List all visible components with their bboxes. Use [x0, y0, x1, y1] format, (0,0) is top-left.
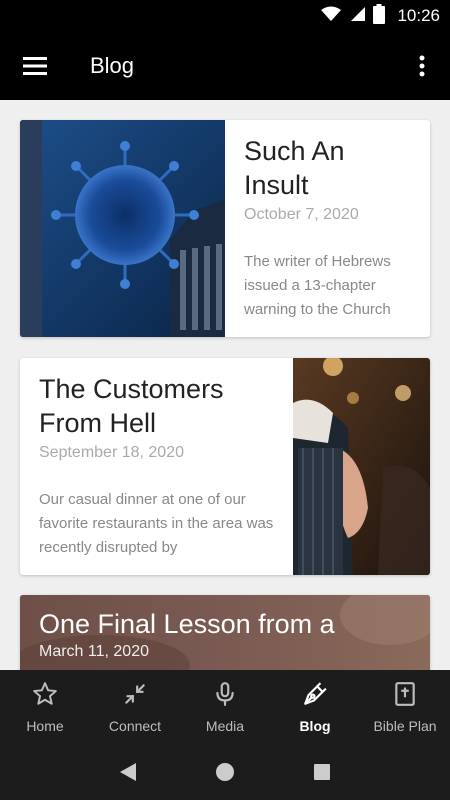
blog-post-card[interactable]: The Customers From Hell September 18, 20… — [20, 358, 430, 575]
microphone-icon — [212, 681, 238, 712]
page-title: Blog — [90, 53, 135, 78]
nav-item-bible-plan[interactable]: Bible Plan — [360, 670, 450, 744]
clock: 10:26 — [397, 6, 440, 25]
blog-post-text: One Final Lesson from a March 11, 2020 — [20, 595, 430, 670]
back-icon[interactable] — [108, 752, 148, 792]
signal-icon — [349, 6, 366, 27]
bible-icon — [392, 681, 418, 712]
nav-label: Connect — [108, 717, 162, 734]
star-icon — [32, 681, 58, 712]
wifi-icon — [321, 6, 342, 27]
nav-label: Media — [205, 717, 245, 734]
blog-post-text: Such An Insult October 7, 2020 The write… — [225, 120, 430, 336]
home-circle-icon[interactable] — [205, 752, 245, 792]
system-navigation-bar — [0, 744, 450, 800]
post-title: One Final Lesson from a — [39, 609, 335, 639]
blog-post-card[interactable]: Such An Insult October 7, 2020 The write… — [20, 120, 430, 337]
nav-item-connect[interactable]: Connect — [90, 670, 180, 744]
post-excerpt: The writer of Hebrews issued a 13-chapte… — [244, 253, 391, 318]
waitress-image — [293, 358, 430, 575]
nav-label: Bible Plan — [373, 717, 437, 734]
blog-post-card[interactable]: One Final Lesson from a March 11, 2020 — [20, 595, 430, 670]
nav-label: Blog — [299, 717, 331, 734]
battery-icon — [373, 3, 386, 29]
post-excerpt: Our casual dinner at one of our favorite… — [39, 491, 274, 556]
status-bar: 10:26 — [0, 0, 450, 32]
pen-nib-icon — [302, 681, 328, 712]
nav-label: Home — [26, 717, 64, 734]
recents-square-icon[interactable] — [302, 752, 342, 792]
post-date: March 11, 2020 — [39, 643, 149, 660]
post-title: Such An Insult — [244, 136, 345, 200]
arrows-in-icon — [122, 681, 148, 712]
post-date: September 18, 2020 — [39, 444, 184, 461]
hamburger-menu-icon[interactable] — [0, 32, 70, 100]
bottom-navigation: Home Connect Media Blog Bible Plan — [0, 670, 450, 744]
virus-capitol-image — [20, 120, 225, 337]
blog-list: Such An Insult October 7, 2020 The write… — [0, 100, 450, 670]
app-bar: Blog — [0, 32, 450, 100]
nav-item-blog[interactable]: Blog — [270, 670, 360, 744]
more-vertical-icon[interactable] — [394, 32, 450, 100]
nav-item-home[interactable]: Home — [0, 670, 90, 744]
nav-item-media[interactable]: Media — [180, 670, 270, 744]
post-title: The Customers From Hell — [39, 374, 224, 438]
post-date: October 7, 2020 — [244, 206, 359, 223]
blog-post-text: The Customers From Hell September 18, 20… — [20, 358, 293, 574]
